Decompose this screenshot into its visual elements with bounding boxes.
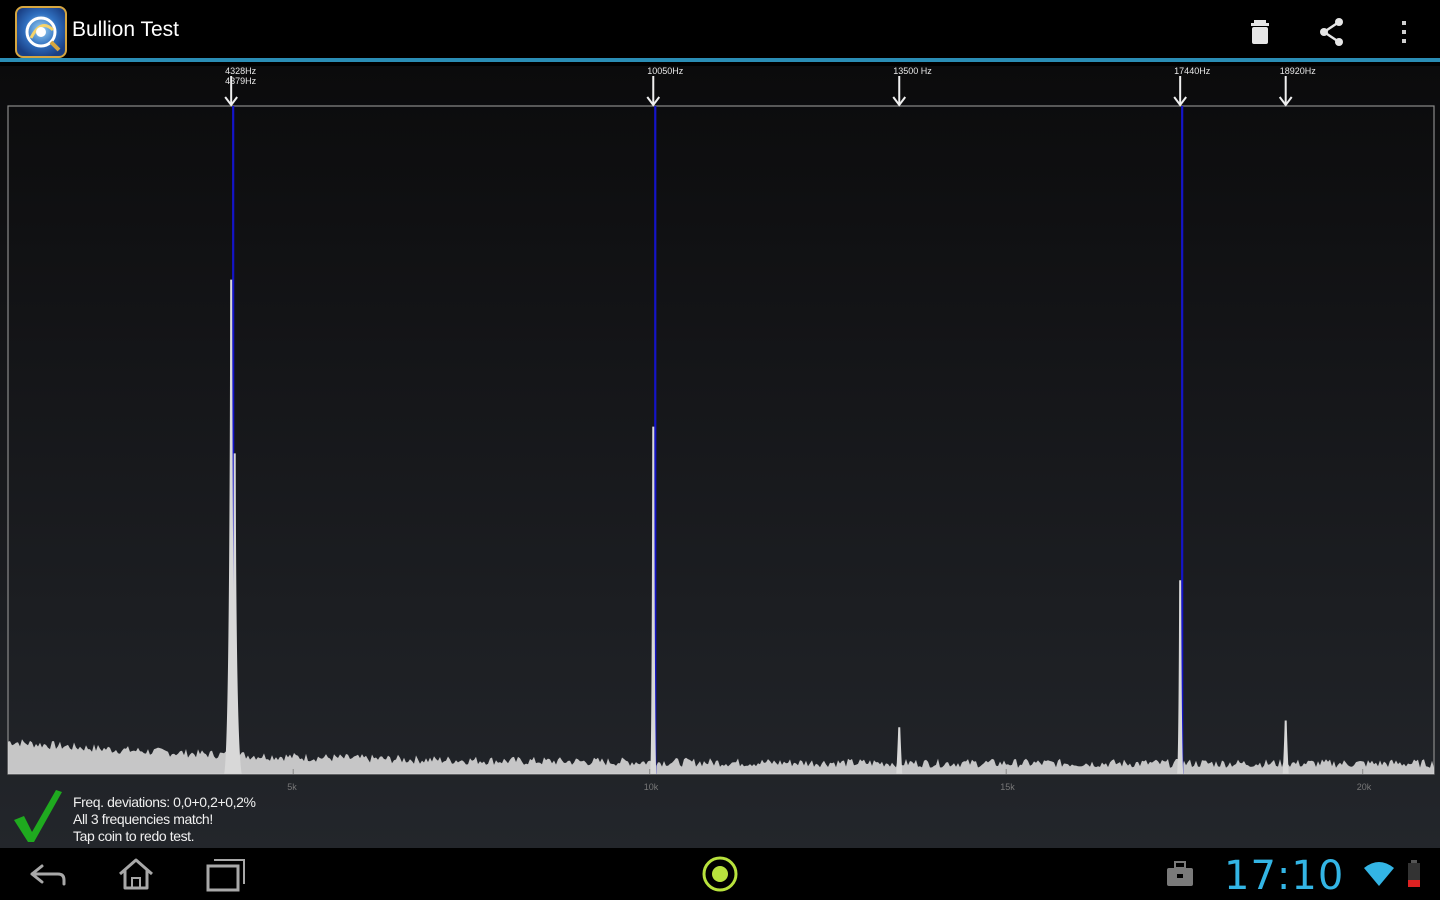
spectrum-peak [1282,720,1289,774]
status-area[interactable]: Freq. deviations: 0,0+0,2+0,2% All 3 fre… [0,786,600,846]
share-icon[interactable] [1312,12,1352,52]
peak-frequency-label: 18920Hz [1279,66,1316,76]
spectrum-peak [896,727,903,774]
freq-deviation-text: Freq. deviations: 0,0+0,2+0,2% [73,794,256,810]
peak-frequency-label: 10050Hz [647,66,684,76]
spectrum-noise-floor [8,739,1434,774]
x-tick-label: 15k [1000,782,1015,792]
spectrum-panel[interactable]: 4328Hz 4379Hz 10050Hz 13500 Hz 17440Hz 18920H… [0,66,1440,848]
x-tick-label: 20k [1356,782,1372,792]
app-title: Bullion Test [72,18,180,41]
checkmark-icon [14,790,62,842]
wifi-icon [1364,862,1394,886]
app-logo-icon[interactable] [15,6,67,58]
peak-frequency-label: 13500 Hz [893,66,932,76]
trash-icon[interactable] [1240,12,1280,52]
spectrum-chart[interactable] [0,66,1440,848]
match-result-text: All 3 frequencies match! [73,811,213,827]
peak-frequency-label: 4328Hz 4379Hz [225,66,257,86]
battery-icon [1408,860,1420,887]
redo-hint-text: Tap coin to redo test. [73,828,195,844]
back-icon[interactable] [16,854,76,894]
home-icon[interactable] [106,854,166,894]
system-nav-bar: 17:10 [0,848,1440,900]
overflow-menu-icon[interactable] [1384,12,1424,52]
plot-frame [7,105,1435,775]
peak-frequency-label: 4379Hz [225,76,257,86]
center-target-icon[interactable] [690,854,750,894]
x-tick-label: 10k [643,782,659,792]
status-text: Freq. deviations: 0,0+0,2+0,2% All 3 fre… [73,794,256,845]
recents-icon[interactable] [196,854,256,894]
action-bar: Bullion Test [0,0,1440,62]
clock-time: 17:10 [1224,853,1345,899]
peak-frequency-label: 17440Hz [1174,66,1211,76]
briefcase-icon [1167,861,1193,886]
